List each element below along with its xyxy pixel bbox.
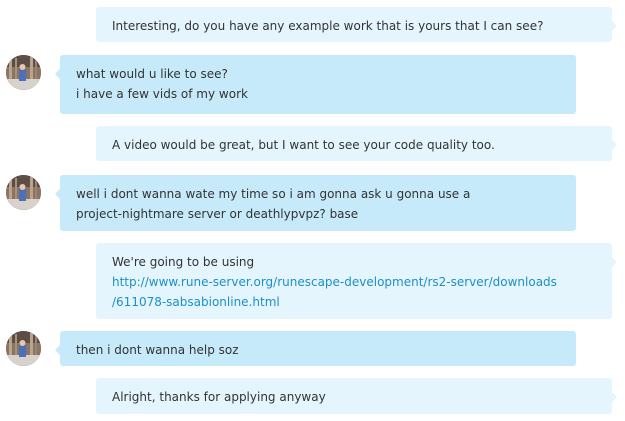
- message-text: We're going to be using: [112, 255, 255, 269]
- contact-avatar[interactable]: [6, 55, 41, 90]
- outgoing-message: Interesting, do you have any example wor…: [96, 7, 617, 42]
- contact-avatar[interactable]: [6, 331, 41, 366]
- outgoing-message: Alright, thanks for applying anyway: [96, 378, 617, 414]
- user-avatar-icon: [6, 55, 41, 90]
- message-text: what would u like to see?: [76, 67, 228, 81]
- message-link[interactable]: http://www.rune-server.org/runescape-dev…: [112, 272, 597, 292]
- message-link[interactable]: /611078-sabsabionline.html: [112, 292, 597, 312]
- chat-conversation: Interesting, do you have any example wor…: [0, 0, 625, 421]
- message-text: A video would be great, but I want to se…: [112, 138, 495, 152]
- message-text: Interesting, do you have any example wor…: [112, 19, 544, 33]
- outgoing-message: We're going to be using http://www.rune-…: [96, 243, 617, 319]
- outgoing-message: A video would be great, but I want to se…: [96, 126, 617, 161]
- message-text: then i dont wanna help soz: [76, 343, 239, 357]
- incoming-message: what would u like to see? i have a few v…: [55, 55, 576, 114]
- incoming-message: then i dont wanna help soz: [55, 331, 576, 366]
- message-text: Alright, thanks for applying anyway: [112, 390, 326, 404]
- incoming-message: well i dont wanna wate my time so i am g…: [55, 175, 576, 231]
- contact-avatar[interactable]: [6, 175, 41, 210]
- message-text: project-nightmare server or deathlypvpz?…: [76, 207, 359, 221]
- user-avatar-icon: [6, 331, 41, 366]
- user-avatar-icon: [6, 175, 41, 210]
- message-text: well i dont wanna wate my time so i am g…: [76, 187, 471, 201]
- message-text: i have a few vids of my work: [76, 87, 248, 101]
